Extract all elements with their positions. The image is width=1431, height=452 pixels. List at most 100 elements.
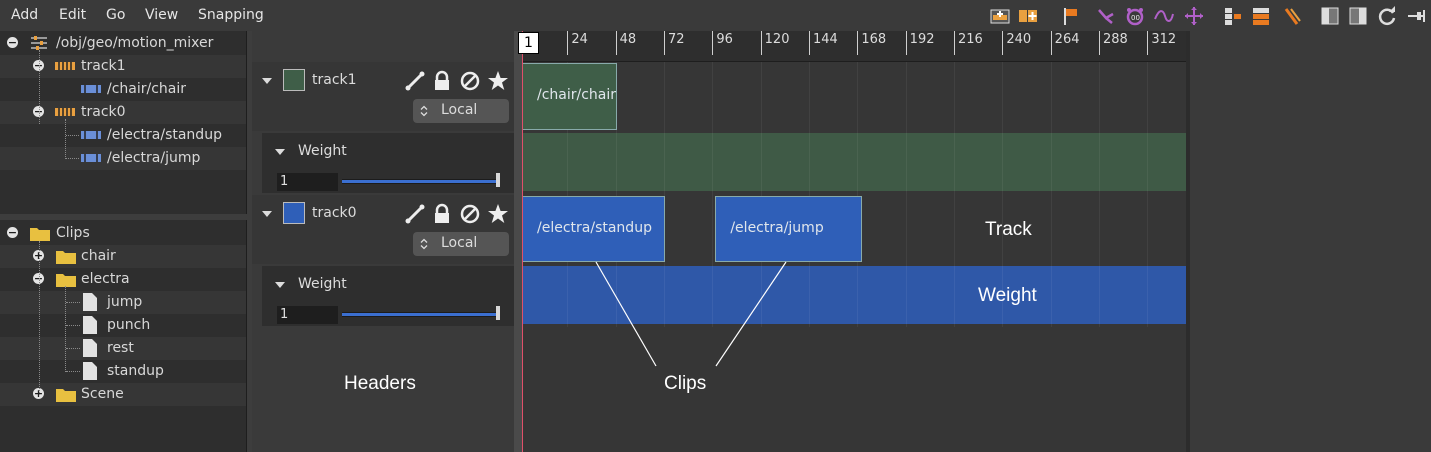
move-icon[interactable] — [1184, 6, 1204, 26]
ruler-tick-line — [567, 31, 569, 55]
alarm-icon[interactable]: 00 — [1125, 6, 1145, 26]
pin-icon[interactable] — [1406, 6, 1426, 26]
tree-row-standup[interactable]: standup — [0, 360, 246, 383]
playhead[interactable] — [522, 31, 523, 452]
track-icon — [55, 108, 75, 116]
tree-connector — [66, 348, 80, 349]
tree-row-punch[interactable]: punch — [0, 314, 246, 337]
layout-icon-2[interactable] — [1251, 6, 1271, 26]
weight-label: Weight — [298, 276, 347, 292]
ruler-tick-line — [1050, 31, 1052, 55]
flag-marker-icon[interactable] — [1060, 6, 1080, 26]
lock-icon[interactable] — [431, 70, 453, 92]
menu-edit[interactable]: Edit — [59, 7, 86, 23]
add-clip-icon[interactable] — [1018, 6, 1038, 26]
ruler-tick-line — [954, 31, 955, 55]
collapse-icon[interactable]: − — [7, 37, 18, 48]
clip-icon — [81, 131, 101, 139]
tree-label-electra: electra — [81, 271, 130, 287]
weight-slider[interactable] — [342, 312, 498, 317]
panel-left-icon[interactable] — [1320, 6, 1340, 26]
weight-slider[interactable] — [342, 179, 498, 184]
expand-triangle-icon[interactable] — [262, 211, 272, 217]
bone-icon[interactable] — [404, 70, 426, 92]
space-dropdown[interactable]: Local — [413, 99, 509, 123]
layout-icon-1[interactable] — [1223, 6, 1243, 26]
tree-row-track1[interactable]: − track1 — [0, 55, 246, 78]
expand-triangle-icon[interactable] — [262, 78, 272, 84]
ruler-tick-label: 144 — [813, 32, 838, 47]
bone-icon[interactable] — [404, 203, 426, 225]
tree-label-clip: /electra/standup — [107, 127, 222, 143]
panel-right-icon[interactable] — [1348, 6, 1368, 26]
clip-standup[interactable]: /electra/standup — [522, 196, 665, 262]
tree-row-jump[interactable]: jump — [0, 291, 246, 314]
tree-connector — [66, 325, 80, 326]
tree-row-clips[interactable]: − Clips — [0, 222, 246, 245]
folder-icon — [56, 389, 76, 402]
expand-triangle-icon[interactable] — [275, 282, 285, 288]
bone-select-icon[interactable] — [1096, 6, 1116, 26]
star-icon[interactable] — [487, 70, 509, 92]
add-track-icon[interactable] — [990, 6, 1010, 26]
track-color-swatch[interactable] — [283, 69, 305, 91]
menu-add[interactable]: Add — [11, 7, 38, 23]
timeline-gridline — [1099, 62, 1101, 327]
timeline-gridline — [809, 62, 810, 327]
updown-arrows-icon — [420, 238, 428, 250]
timeline-area[interactable]: /chair/chair /electra/standup /electra/j… — [522, 62, 1186, 452]
tree-row-rest[interactable]: rest — [0, 337, 246, 360]
clip-chair[interactable]: /chair/chair — [522, 63, 617, 130]
current-frame-indicator[interactable]: 1 — [518, 32, 539, 54]
track-color-swatch[interactable] — [283, 202, 305, 224]
track-name[interactable]: track1 — [312, 72, 357, 88]
menu-go[interactable]: Go — [106, 7, 125, 23]
space-dropdown[interactable]: Local — [413, 232, 509, 256]
weight-value-field[interactable]: 1 — [277, 306, 338, 324]
frame-ruler[interactable]: 24 48 72 96 120 144 168 192 216 240 264 288 312 — [522, 31, 1186, 62]
lock-icon[interactable] — [431, 203, 453, 225]
timeline-gridline — [712, 62, 714, 327]
weight-slider-handle[interactable] — [496, 306, 500, 320]
brush-icon[interactable] — [1282, 6, 1302, 26]
tree-connector — [39, 241, 40, 395]
tree-row-scene-folder[interactable]: + Scene — [0, 383, 246, 406]
tree-row-chair-folder[interactable]: + chair — [0, 245, 246, 268]
weight-lane-track0[interactable] — [522, 266, 1186, 324]
mute-icon[interactable] — [459, 203, 481, 225]
file-icon — [83, 339, 97, 357]
track-icon — [55, 62, 75, 70]
tree-row-electra-folder[interactable]: − electra — [0, 268, 246, 291]
tree-row-standup-clip[interactable]: /electra/standup — [0, 124, 246, 147]
svg-text:00: 00 — [1131, 14, 1140, 22]
weight-slider-handle[interactable] — [496, 173, 500, 187]
mute-icon[interactable] — [459, 70, 481, 92]
track-name[interactable]: track0 — [312, 205, 357, 221]
track-header-track1: track1 Local — [252, 62, 514, 131]
ruler-tick-line — [615, 31, 617, 55]
expand-triangle-icon[interactable] — [275, 149, 285, 155]
menu-view[interactable]: View — [145, 7, 178, 23]
refresh-icon[interactable] — [1377, 6, 1397, 26]
ruler-tick-line — [857, 31, 859, 55]
tree-label-clip: /chair/chair — [107, 81, 187, 97]
tree-row-track0[interactable]: − track0 — [0, 101, 246, 124]
empty-lane — [522, 326, 1186, 452]
curve-icon[interactable] — [1154, 6, 1174, 26]
tree-row-jump-clip[interactable]: /electra/jump — [0, 147, 246, 170]
tree-label-root: /obj/geo/motion_mixer — [56, 35, 214, 51]
track-header-track0: track0 Local — [252, 195, 514, 264]
ruler-tick-line — [760, 31, 762, 55]
clip-jump[interactable]: /electra/jump — [715, 196, 863, 262]
tree-row-chair-clip[interactable]: /chair/chair — [0, 78, 246, 101]
weight-lane-track1[interactable] — [522, 133, 1186, 191]
empty-side-panel — [1186, 31, 1431, 452]
weight-value-field[interactable]: 1 — [277, 173, 338, 191]
tree-connector — [66, 158, 79, 159]
timeline-gridline — [760, 62, 762, 327]
collapse-icon[interactable]: − — [7, 227, 18, 238]
star-icon[interactable] — [487, 203, 509, 225]
tree-row-motion-mixer[interactable]: − /obj/geo/motion_mixer — [0, 32, 246, 55]
header-timeline-splitter[interactable] — [514, 31, 522, 452]
menu-snapping[interactable]: Snapping — [198, 7, 264, 23]
